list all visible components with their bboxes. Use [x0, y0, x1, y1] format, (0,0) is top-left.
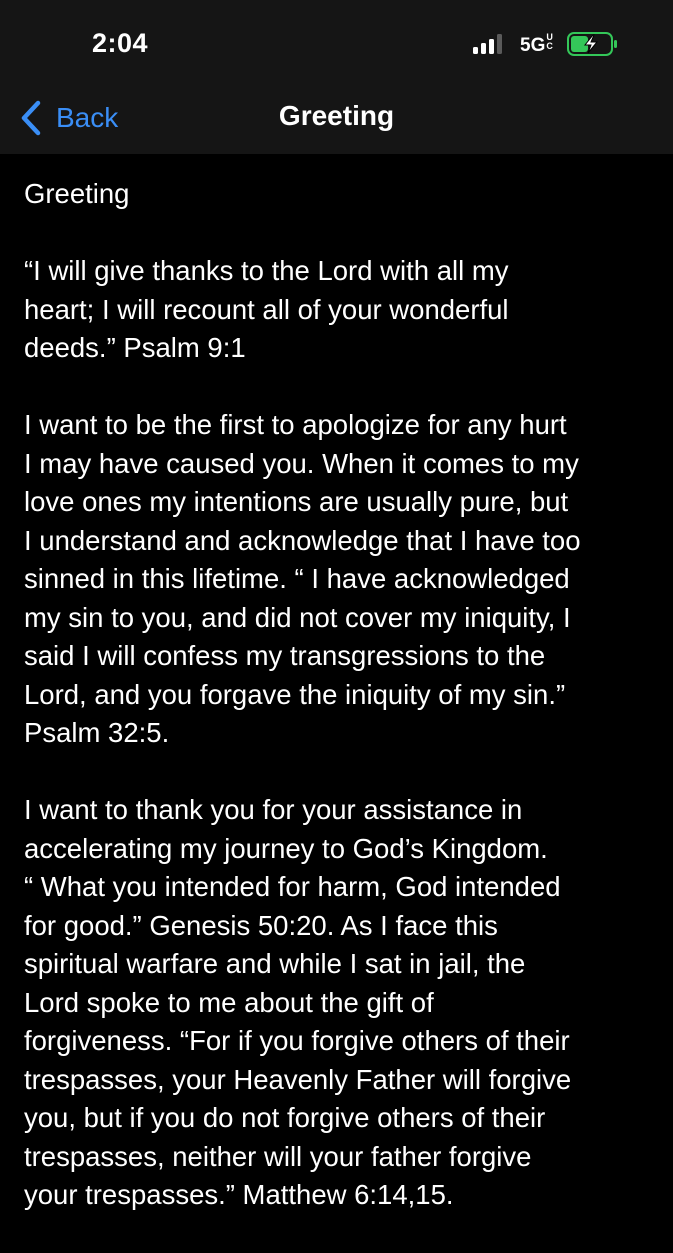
note-line: spiritual warfare and while I sat in jai… [24, 948, 526, 979]
note-line: deeds.” Psalm 9:1 [24, 332, 246, 363]
note-paragraph: I want to be the first to apologize for … [24, 406, 654, 753]
status-time: 2:04 [92, 28, 149, 58]
network-label: 5G [520, 35, 546, 56]
note-line: trespasses, neither will your father for… [24, 1140, 532, 1172]
note-line: sinned in this lifetime. “ I have acknow… [24, 563, 570, 594]
note-line: “I will give thanks to the Lord with all… [24, 255, 509, 286]
note-line: I want to thank you for your assistance … [24, 794, 523, 825]
note-line: Psalm 32:5. [24, 717, 170, 748]
note-line: Lord spoke to me about the gift of [24, 986, 434, 1018]
note-line: you, but if you do not forgive others of… [24, 1102, 546, 1133]
note-line: heart; I will recount all of your wonder… [24, 293, 509, 325]
note-line: my sin to you, and did not cover my iniq… [24, 601, 571, 633]
note-line: your trespasses.” Matthew 6:14,15. [24, 1179, 454, 1210]
note-paragraph: I want to thank you for your assistance … [24, 791, 654, 1215]
note-body[interactable]: Greeting “I will give thanks to the Lord… [24, 175, 654, 1253]
note-line: I want to be the first to apologize for … [24, 409, 567, 440]
note-line: for good.” Genesis 50:20. As I face this [24, 909, 498, 941]
network-type: 5GUC [520, 33, 556, 57]
note-heading: Greeting [24, 175, 654, 214]
note-line: “ What you intended for harm, God intend… [24, 871, 561, 902]
note-line: love ones my intentions are usually pure… [24, 486, 569, 517]
note-line: accelerating my journey to God’s Kingdom… [24, 832, 548, 864]
battery-charging-icon [567, 32, 617, 56]
page-title: Greeting [278, 100, 395, 131]
status-bar: 2:04 5GUC [0, 0, 673, 86]
cellular-signal-icon [473, 34, 505, 54]
network-badge: UC [546, 32, 553, 51]
note-heading-text: Greeting [24, 178, 130, 209]
note-line: trespasses, your Heavenly Father will fo… [24, 1063, 572, 1095]
note-line: forgiveness. “For if you forgive others … [24, 1025, 570, 1056]
note-line: Lord, and you forgave the iniquity of my… [24, 678, 566, 710]
note-line: I understand and acknowledge that I have… [24, 524, 581, 556]
note-line: said I will confess my transgressions to… [24, 640, 546, 671]
note-paragraph: “I will give thanks to the Lord with all… [24, 252, 654, 368]
navigation-bar: Back Greeting [0, 86, 673, 154]
note-line: I may have caused you. When it comes to … [24, 447, 579, 479]
